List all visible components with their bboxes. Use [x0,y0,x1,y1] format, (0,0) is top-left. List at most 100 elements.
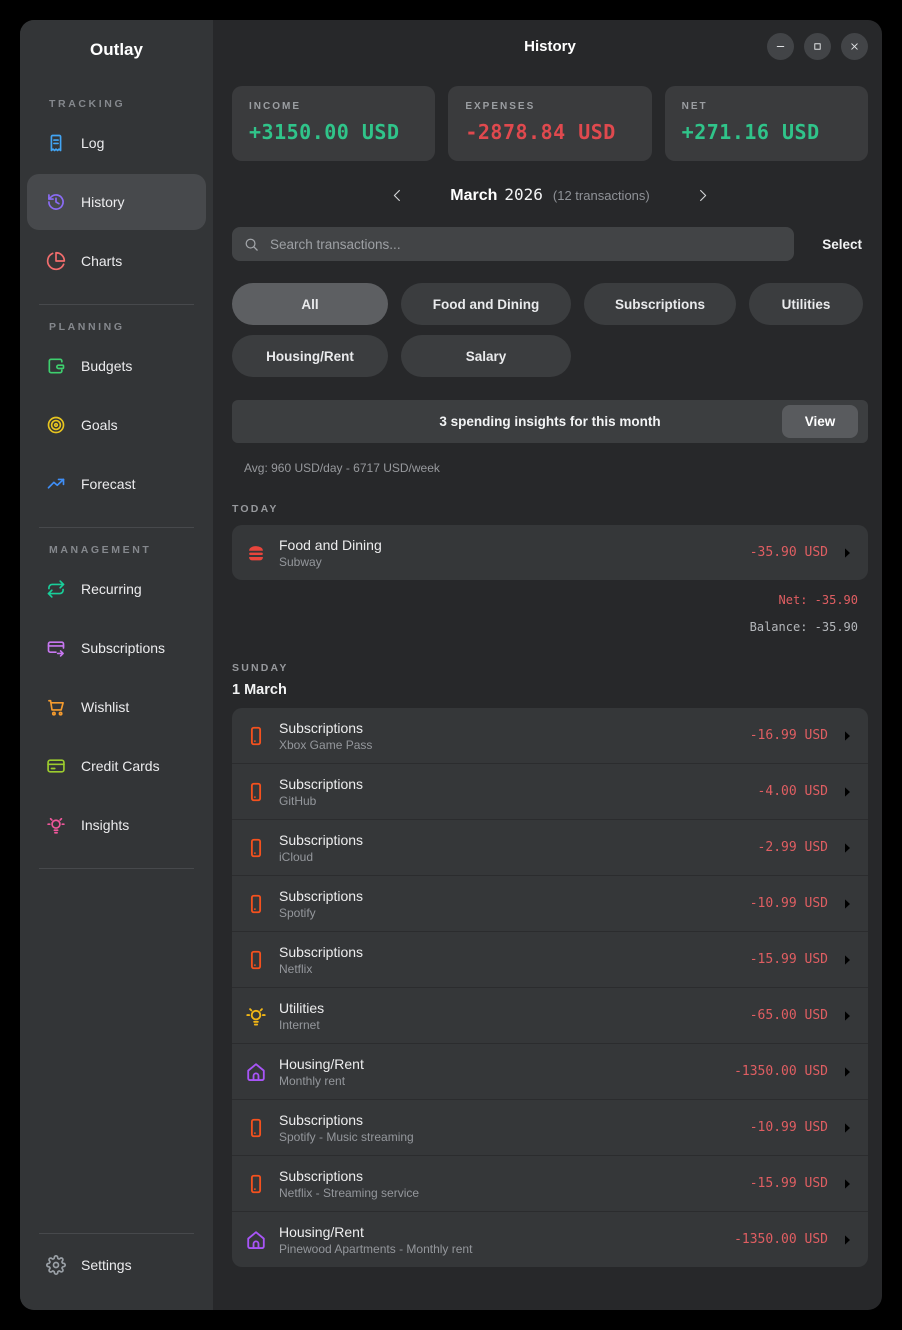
smartphone-icon [245,1117,267,1139]
view-insights-button[interactable]: View [782,405,858,438]
chevron-right-icon [839,840,855,856]
transaction-row[interactable]: Housing/Rent Monthly rent -1350.00 USD [232,1043,868,1099]
transaction-row[interactable]: Subscriptions iCloud -2.99 USD [232,819,868,875]
transaction-category: Housing/Rent [279,1224,472,1240]
day-label: SUNDAY [232,662,868,674]
history-clock-icon [46,192,66,212]
transaction-description: iCloud [279,850,363,864]
sidebar-item-recurring[interactable]: Recurring [27,561,206,617]
transaction-row[interactable]: Subscriptions Netflix - Streaming servic… [232,1155,868,1211]
month-label: March 2026 (12 transactions) [450,185,649,205]
transaction-row[interactable]: Utilities Internet -65.00 USD [232,987,868,1043]
sidebar-item-subscriptions[interactable]: Subscriptions [27,620,206,676]
sidebar-item-forecast[interactable]: Forecast [27,456,206,512]
smartphone-icon [245,837,267,859]
sidebar-item-label: Log [81,135,104,151]
sidebar-item-insights[interactable]: Insights [27,797,206,853]
sidebar-divider [39,304,194,305]
previous-month-button[interactable] [386,184,408,206]
filter-chip-salary[interactable]: Salary [401,335,571,377]
sidebar-section: PLANNING Budgets Goals [27,321,206,528]
sidebar-item-budgets[interactable]: Budgets [27,338,206,394]
transaction-row[interactable]: Subscriptions Netflix -15.99 USD [232,931,868,987]
filter-chips: All Food and Dining Subscriptions Utilit… [232,283,868,377]
spending-average-line: Avg: 960 USD/day - 6717 USD/week [232,461,868,475]
insights-banner[interactable]: 3 spending insights for this month View [232,400,868,443]
sidebar-item-label: Budgets [81,358,132,374]
minimize-icon [774,40,787,53]
transaction-amount: -10.99 USD [750,1120,828,1135]
search-icon [244,237,259,252]
select-button[interactable]: Select [822,237,862,252]
transaction-row[interactable]: Subscriptions GitHub -4.00 USD [232,763,868,819]
transaction-amount: -15.99 USD [750,952,828,967]
sidebar-item-history[interactable]: History [27,174,206,230]
search-input[interactable] [268,236,782,253]
smartphone-icon [245,781,267,803]
window-controls [767,33,868,60]
sidebar-item-goals[interactable]: Goals [27,397,206,453]
transaction-category: Subscriptions [279,944,363,960]
receipt-icon [46,133,66,153]
balance-total: Balance: -35.90 [232,620,858,634]
chevron-right-icon [839,1232,855,1248]
smartphone-icon [245,949,267,971]
month-navigator: March 2026 (12 transactions) [232,184,868,206]
sidebar-item-charts[interactable]: Charts [27,233,206,289]
summary-card-amount: -2878.84 USD [465,120,634,144]
filter-chip-all[interactable]: All [232,283,388,325]
sidebar-divider [39,527,194,528]
sidebar-item-label: Goals [81,417,118,433]
chevron-right-icon [839,1064,855,1080]
transaction-description: Subway [279,555,382,569]
sidebar-item-label: Credit Cards [81,758,160,774]
search-box [232,227,794,261]
transaction-amount: -1350.00 USD [734,1232,828,1247]
summary-card-amount: +3150.00 USD [249,120,418,144]
close-button[interactable] [841,33,868,60]
chevron-left-icon [390,188,405,203]
transaction-category: Subscriptions [279,888,363,904]
maximize-button[interactable] [804,33,831,60]
month-year: 2026 [504,185,543,204]
lightbulb-icon [245,1005,267,1027]
sidebar-item-log[interactable]: Log [27,115,206,171]
transaction-amount: -35.90 USD [750,545,828,560]
chevron-right-icon [839,1008,855,1024]
transaction-text: Subscriptions Spotify - Music streaming [279,1112,414,1144]
filter-chip-label: Utilities [782,297,831,312]
month-name: March [450,187,497,205]
filter-chip-food-and-dining[interactable]: Food and Dining [401,283,571,325]
expenses-card: EXPENSES -2878.84 USD [448,86,651,161]
filter-chip-housing-rent[interactable]: Housing/Rent [232,335,388,377]
transaction-amount: -15.99 USD [750,1176,828,1191]
burger-icon [245,542,267,564]
home-icon [245,1061,267,1083]
transaction-description: Netflix - Streaming service [279,1186,419,1200]
sidebar-item-settings[interactable]: Settings [27,1237,206,1293]
transaction-row[interactable]: Food and Dining Subway -35.90 USD [232,525,868,580]
sidebar-item-label: Wishlist [81,699,129,715]
transaction-row[interactable]: Subscriptions Spotify -10.99 USD [232,875,868,931]
transaction-amount: -10.99 USD [750,896,828,911]
filter-chip-label: Food and Dining [433,297,539,312]
transaction-description: Xbox Game Pass [279,738,372,752]
transaction-row[interactable]: Housing/Rent Pinewood Apartments - Month… [232,1211,868,1267]
income-card: INCOME +3150.00 USD [232,86,435,161]
sidebar-item-wishlist[interactable]: Wishlist [27,679,206,735]
next-month-button[interactable] [692,184,714,206]
filter-chip-utilities[interactable]: Utilities [749,283,863,325]
minimize-button[interactable] [767,33,794,60]
transaction-row[interactable]: Subscriptions Spotify - Music streaming … [232,1099,868,1155]
sidebar-item-credit-cards[interactable]: Credit Cards [27,738,206,794]
repeat-icon [46,579,66,599]
chevron-right-icon [695,188,710,203]
transaction-row[interactable]: Subscriptions Xbox Game Pass -16.99 USD [232,708,868,763]
filter-chip-subscriptions[interactable]: Subscriptions [584,283,736,325]
app-window: Outlay TRACKING Log [20,20,882,1310]
filter-chip-label: All [301,297,318,312]
trending-up-icon [46,474,66,494]
sidebar-section: MANAGEMENT Recurring Subscriptions [27,544,206,869]
transaction-category: Utilities [279,1000,324,1016]
transaction-description: GitHub [279,794,363,808]
